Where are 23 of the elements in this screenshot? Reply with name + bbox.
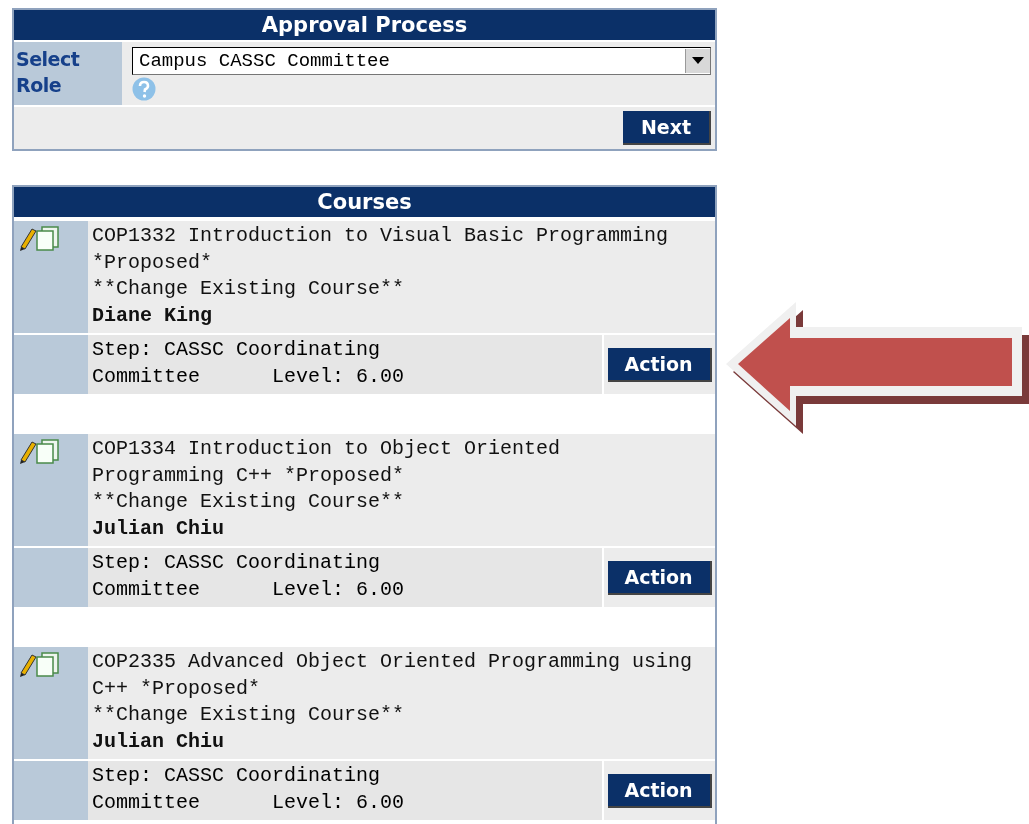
panel-title: Courses — [14, 187, 715, 219]
edit-copy-icon[interactable] — [18, 225, 62, 251]
author-name: Diane King — [92, 302, 214, 329]
edit-copy-icon[interactable] — [18, 651, 62, 677]
change-type: **Change Existing Course** — [92, 276, 406, 302]
course-title: COP1332 Introduction to Visual Basic Programming *Proposed* — [92, 223, 670, 276]
step-info: Step: CASSC Coordinating Committee Level: 6.00 — [88, 548, 602, 607]
author-name: Julian Chiu — [92, 728, 226, 755]
field-label: Select Role — [14, 42, 122, 105]
course-title: COP1334 Introduction to Object Oriented Programming C++ *Proposed* — [92, 436, 562, 489]
panel-title: Approval Process — [14, 10, 715, 42]
action-button[interactable]: Action — [607, 560, 712, 595]
role-dropdown[interactable]: Campus CASSC Committee — [132, 47, 711, 75]
step-info: Step: CASSC Coordinating Committee Level: 6.00 — [88, 335, 602, 394]
author-name: Julian Chiu — [92, 515, 226, 542]
edit-copy-icon[interactable] — [18, 438, 62, 464]
action-button[interactable]: Action — [607, 347, 712, 382]
step-info: Step: CASSC Coordinating Committee Level: 6.00 — [88, 761, 602, 820]
action-button[interactable]: Action — [607, 773, 712, 808]
course-title: COP2335 Advanced Object Oriented Programming using C++ *Proposed* — [92, 649, 694, 702]
change-type: **Change Existing Course** — [92, 702, 406, 728]
next-button[interactable]: Next — [623, 111, 711, 145]
change-type: **Change Existing Course** — [92, 489, 406, 515]
